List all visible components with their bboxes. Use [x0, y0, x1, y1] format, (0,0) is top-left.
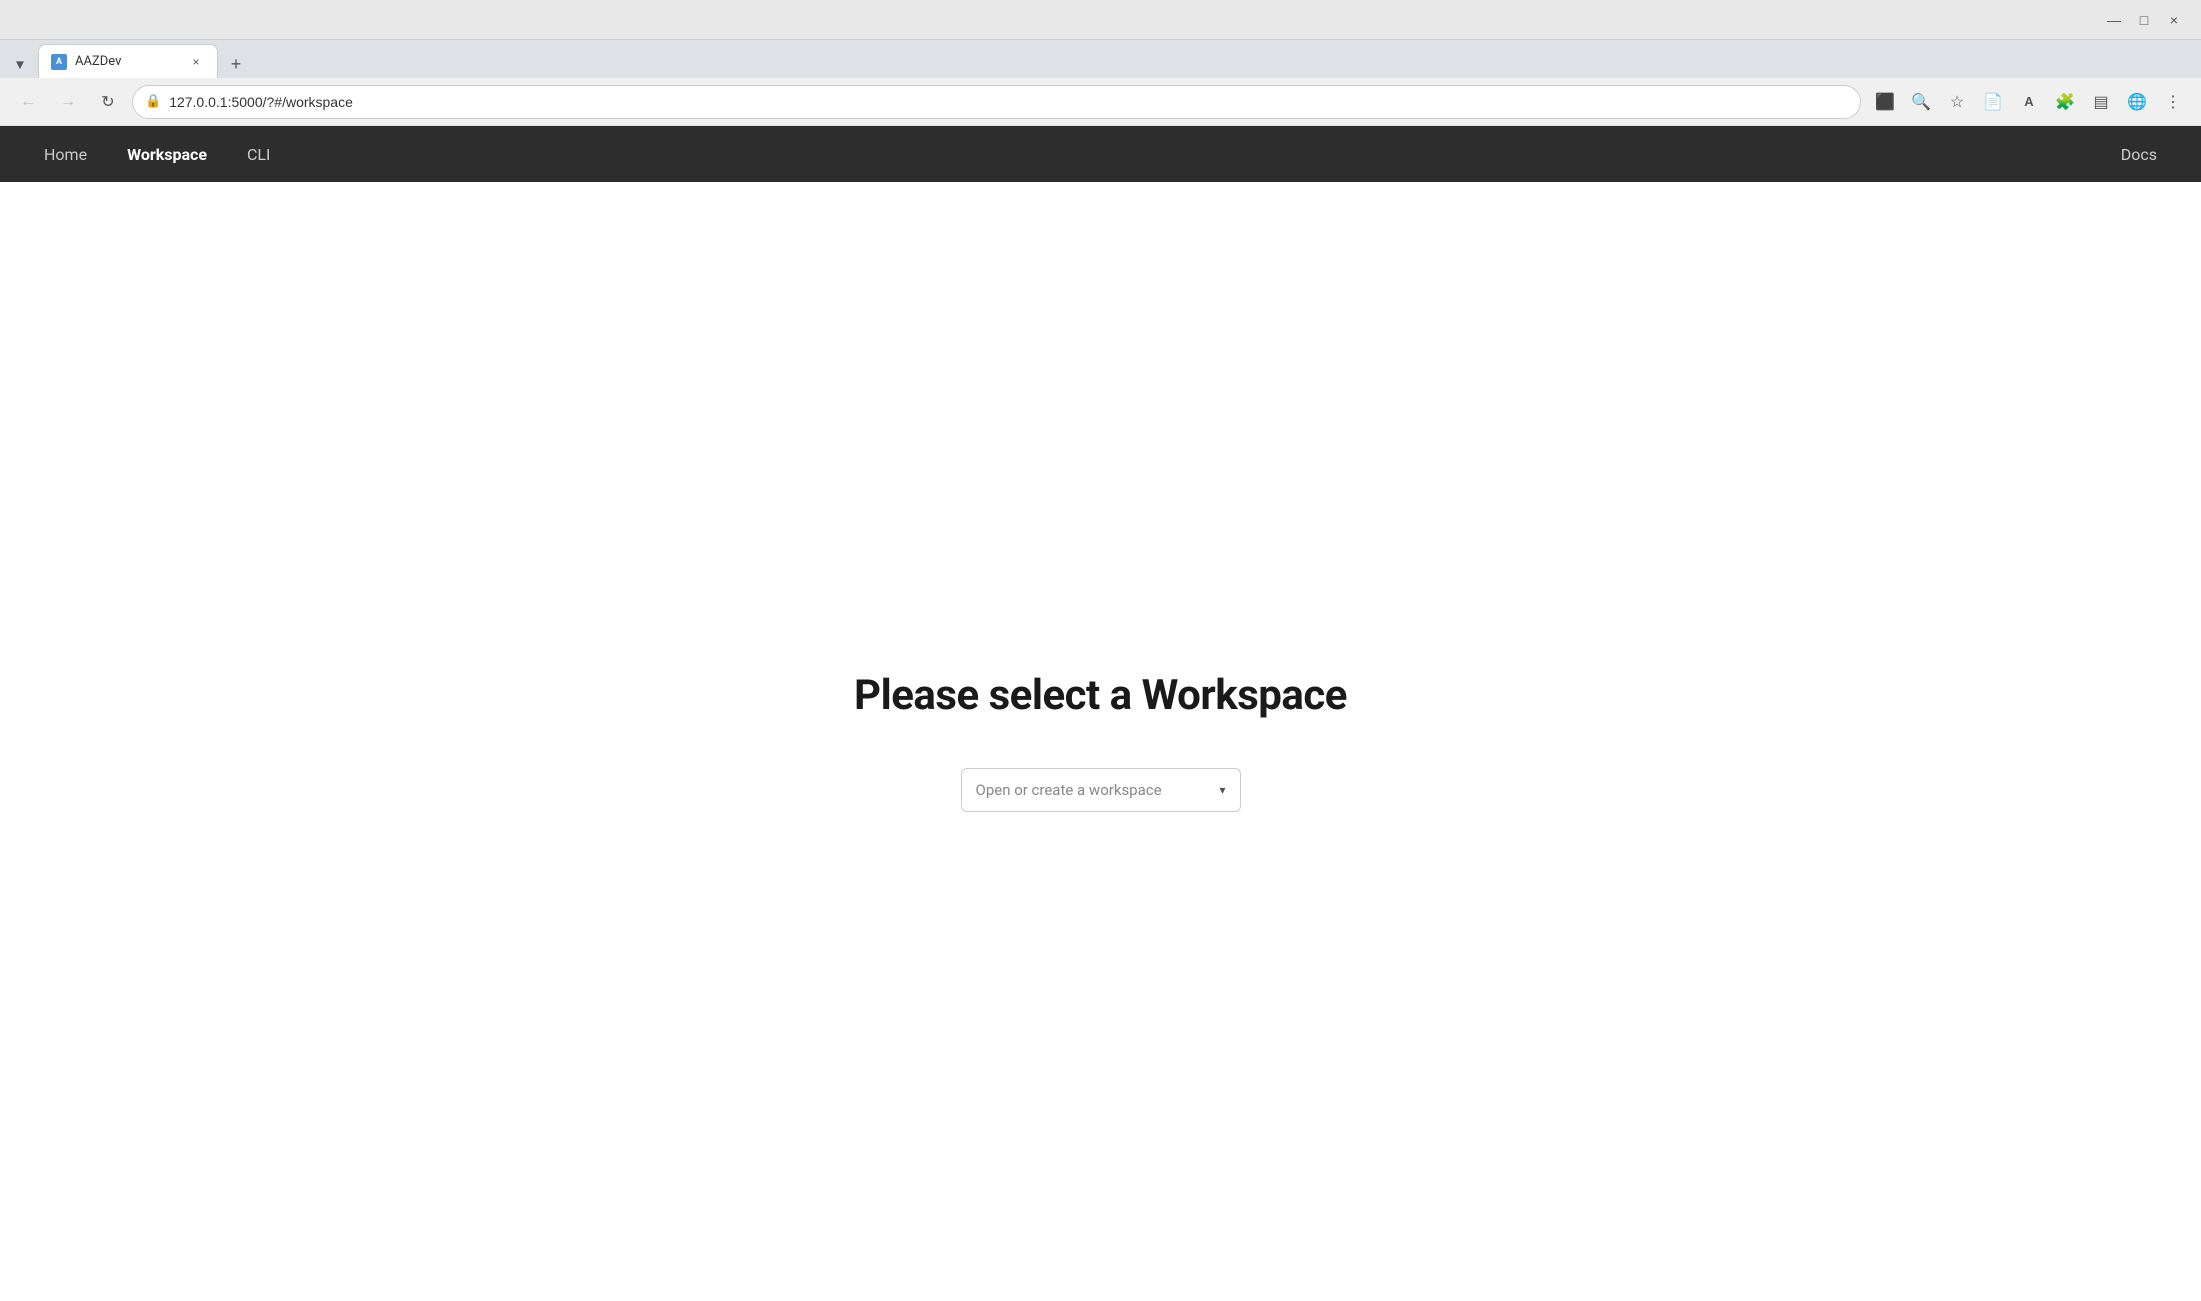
back-button[interactable]: ←	[12, 86, 44, 118]
chevron-down-icon: ▼	[13, 57, 26, 72]
tab-bar: ▼ A AAZDev × +	[0, 40, 2201, 78]
profile-button[interactable]: 🌐	[2121, 86, 2153, 118]
minimize-button[interactable]: —	[2103, 9, 2125, 31]
new-tab-button[interactable]: +	[222, 50, 250, 78]
screenshot-button[interactable]: ⬛	[1869, 86, 1901, 118]
nav-docs[interactable]: Docs	[2101, 137, 2177, 172]
extensions-button[interactable]: 🧩	[2049, 86, 2081, 118]
page-heading: Please select a Workspace	[854, 671, 1347, 720]
more-icon: ⋮	[2165, 92, 2181, 112]
translate-icon: A	[2024, 94, 2033, 109]
translate-button[interactable]: A	[2013, 86, 2045, 118]
nav-cli[interactable]: CLI	[227, 137, 290, 172]
menu-button[interactable]: ⋮	[2157, 86, 2189, 118]
back-icon: ←	[20, 93, 36, 111]
close-button[interactable]: ×	[2163, 9, 2185, 31]
star-icon: ☆	[1950, 92, 1964, 112]
maximize-button[interactable]: □	[2133, 9, 2155, 31]
tab-title: AAZDev	[75, 54, 179, 69]
reader-button[interactable]: 📄	[1977, 86, 2009, 118]
extensions-icon: 🧩	[2055, 92, 2075, 112]
screenshot-icon: ⬛	[1875, 92, 1895, 112]
app-window: Home Workspace CLI Docs Please select a …	[0, 126, 2201, 1301]
zoom-icon: 🔍	[1911, 92, 1931, 112]
reload-icon: ↻	[101, 92, 114, 112]
chevron-down-icon: ▾	[1219, 783, 1225, 797]
lock-icon: 🔒	[145, 94, 161, 109]
workspace-dropdown[interactable]: Open or create a workspace ▾	[961, 768, 1241, 812]
tab-favicon: A	[51, 54, 67, 70]
url-bar[interactable]: 🔒	[132, 85, 1861, 119]
title-bar: — □ ×	[0, 0, 2201, 40]
sidebar-icon: ▤	[2093, 92, 2108, 112]
address-bar: ← → ↻ 🔒 ⬛ 🔍 ☆ 📄 A	[0, 78, 2201, 126]
tab-close-button[interactable]: ×	[187, 53, 205, 71]
app-nav: Home Workspace CLI Docs	[0, 126, 2201, 182]
browser-window: — □ × ▼ A AAZDev × + ← → ↻	[0, 0, 2201, 1301]
app-main: Please select a Workspace Open or create…	[0, 182, 2201, 1301]
reload-button[interactable]: ↻	[92, 86, 124, 118]
tab-list: A AAZDev × +	[38, 40, 250, 78]
bookmark-button[interactable]: ☆	[1941, 86, 1973, 118]
zoom-button[interactable]: 🔍	[1905, 86, 1937, 118]
nav-workspace[interactable]: Workspace	[107, 137, 227, 172]
toolbar-icons: ⬛ 🔍 ☆ 📄 A 🧩 ▤ 🌐 ⋮	[1869, 86, 2189, 118]
url-input[interactable]	[169, 94, 1848, 110]
reader-icon: 📄	[1983, 92, 2003, 112]
active-tab[interactable]: A AAZDev ×	[38, 44, 218, 78]
nav-home[interactable]: Home	[24, 137, 107, 172]
forward-icon: →	[60, 93, 76, 111]
forward-button[interactable]: →	[52, 86, 84, 118]
window-controls: — □ ×	[2103, 9, 2185, 31]
tab-scroll-button[interactable]: ▼	[6, 50, 34, 78]
profile-icon: 🌐	[2127, 92, 2147, 112]
workspace-dropdown-placeholder: Open or create a workspace	[976, 781, 1212, 799]
sidebar-button[interactable]: ▤	[2085, 86, 2117, 118]
